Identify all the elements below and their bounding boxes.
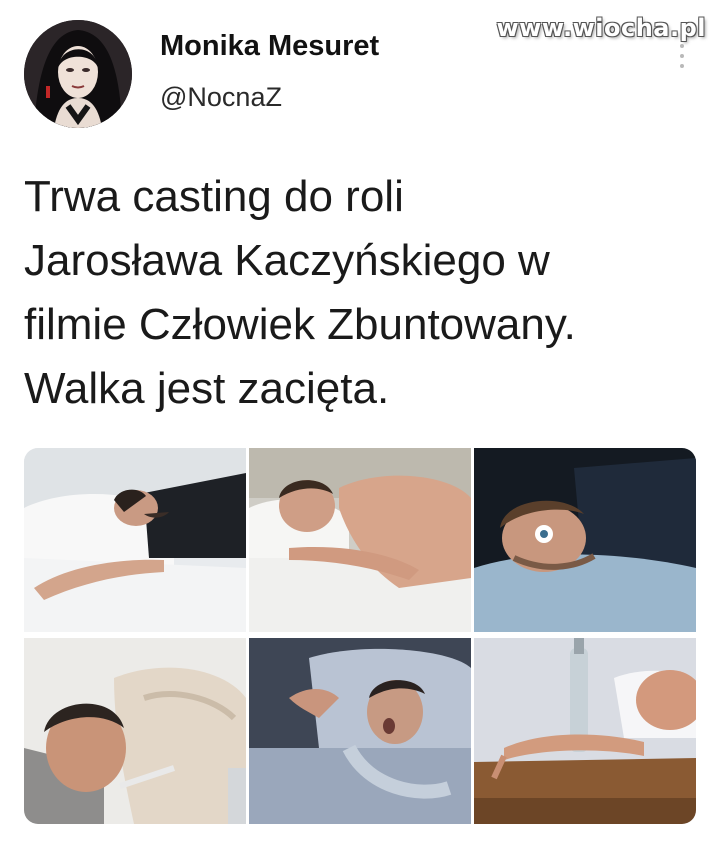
photo-man-passed-out-with-bottle[interactable] bbox=[474, 638, 696, 824]
photo-grid bbox=[24, 448, 696, 824]
more-dot bbox=[680, 44, 684, 48]
author-handle[interactable]: @NocnaZ bbox=[160, 82, 282, 113]
author-name[interactable]: Monika Mesuret bbox=[160, 30, 379, 63]
photo-man-wide-eyed-in-bed[interactable] bbox=[474, 448, 696, 632]
tweet-line: filmie Człowiek Zbuntowany. bbox=[24, 300, 576, 349]
tweet-line: Walka jest zacięta. bbox=[24, 364, 390, 413]
photo-man-snoring-blue-bedding[interactable] bbox=[249, 638, 471, 824]
more-dot bbox=[680, 64, 684, 68]
more-dot bbox=[680, 54, 684, 58]
tweet-line: Trwa casting do roli bbox=[24, 172, 404, 221]
photo-man-snoring-white-bed[interactable] bbox=[24, 448, 246, 632]
watermark: www.wiocha.pl bbox=[496, 14, 706, 42]
avatar-image bbox=[24, 20, 132, 128]
photo-shirtless-man-sleeping[interactable] bbox=[249, 448, 471, 632]
tweet-text: Trwa casting do roli Jarosława Kaczyński… bbox=[24, 165, 704, 421]
more-options-icon[interactable] bbox=[678, 44, 686, 68]
avatar[interactable] bbox=[24, 20, 132, 128]
tweet-line: Jarosława Kaczyńskiego w bbox=[24, 236, 550, 285]
photo-sick-man-under-blanket[interactable] bbox=[24, 638, 246, 824]
